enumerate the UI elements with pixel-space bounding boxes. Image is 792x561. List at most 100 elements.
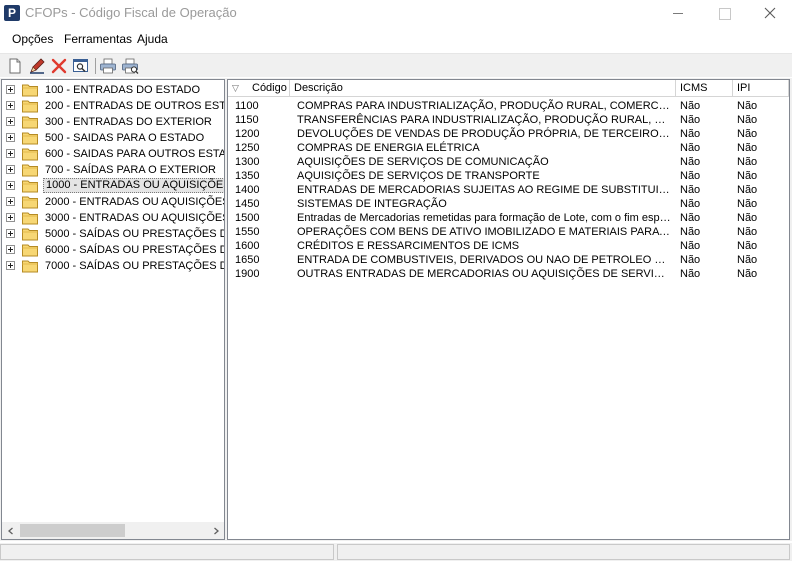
expand-plus-icon[interactable] — [6, 85, 15, 94]
folder-icon — [22, 132, 38, 145]
cell-ipi: Não — [737, 240, 758, 252]
tree-item[interactable]: 200 - ENTRADAS DE OUTROS ESTADOS — [2, 98, 224, 114]
status-bar — [0, 543, 792, 561]
tree-item[interactable]: 600 - SAIDAS PARA OUTROS ESTADOS — [2, 146, 224, 162]
tree-item-label: 600 - SAIDAS PARA OUTROS ESTADOS — [45, 148, 224, 160]
tree-item[interactable]: 300 - ENTRADAS DO EXTERIOR — [2, 114, 224, 130]
menu-ajuda[interactable]: Ajuda — [137, 32, 168, 46]
tree-item[interactable]: 3000 - ENTRADAS OU AQUISIÇÕES DE BENS OU… — [2, 210, 224, 226]
cell-icms: Não — [680, 170, 701, 182]
table-row[interactable]: 1300 AQUISIÇÕES DE SERVIÇOS DE COMUNICAÇÃ… — [228, 155, 789, 169]
cfop-tree[interactable]: 100 - ENTRADAS DO ESTADO 200 - ENTRADAS D… — [1, 79, 225, 540]
expand-plus-icon[interactable] — [6, 213, 15, 222]
title-bar: CFOPs - Código Fiscal de Operação — [0, 0, 792, 27]
menu-opcoes[interactable]: Opções — [12, 32, 53, 46]
folder-icon-wrapper — [22, 179, 39, 193]
table-row[interactable]: 1550 OPERAÇÕES COM BENS DE ATIVO IMOBILIZ… — [228, 225, 789, 239]
tree-item[interactable]: 5000 - SAÍDAS OU PRESTAÇÕES DE SERVIÇOS … — [2, 226, 224, 242]
expand-plus-icon[interactable] — [6, 181, 15, 190]
column-header-codigo[interactable]: ▽ Código — [228, 80, 290, 97]
maximize-button[interactable] — [701, 0, 747, 27]
cell-descricao: AQUISIÇÕES DE SERVIÇOS DE COMUNICAÇÃO — [297, 156, 549, 168]
cell-ipi: Não — [737, 128, 758, 140]
tree-item-label: 2000 - ENTRADAS OU AQUISIÇÕES DE BENS OU… — [45, 196, 224, 208]
scroll-left-icon — [7, 527, 13, 535]
table-row[interactable]: 1350 AQUISIÇÕES DE SERVIÇOS DE TRANSPORTE… — [228, 169, 789, 183]
cell-ipi: Não — [737, 198, 758, 210]
close-icon — [764, 7, 776, 19]
print-preview-button[interactable] — [121, 57, 139, 75]
cell-codigo: 1550 — [235, 226, 260, 238]
cell-icms: Não — [680, 156, 701, 168]
cell-icms: Não — [680, 240, 701, 252]
cell-codigo: 1150 — [235, 114, 259, 126]
tree-item[interactable]: 6000 - SAÍDAS OU PRESTAÇÕES DE SERVIÇOS … — [2, 242, 224, 258]
menu-ferramentas[interactable]: Ferramentas — [64, 32, 132, 46]
expand-plus-icon[interactable] — [6, 101, 15, 110]
scroll-thumb[interactable] — [20, 524, 125, 537]
tree-item[interactable]: 100 - ENTRADAS DO ESTADO — [2, 82, 224, 98]
table-row[interactable]: 1100 COMPRAS PARA INDUSTRIALIZAÇÃO, PRODU… — [228, 99, 789, 113]
cell-descricao: Entradas de Mercadorias remetidas para f… — [297, 212, 671, 224]
folder-icon-wrapper — [22, 163, 39, 177]
folder-icon — [22, 180, 38, 193]
expand-plus-icon[interactable] — [6, 133, 15, 142]
cell-codigo: 1250 — [235, 142, 260, 154]
delete-button[interactable] — [50, 57, 68, 75]
expand-plus-icon[interactable] — [6, 197, 15, 206]
table-row[interactable]: 1450 SISTEMAS DE INTEGRAÇÃO Não Não — [228, 197, 789, 211]
table-row[interactable]: 1900 OUTRAS ENTRADAS DE MERCADORIAS OU AQ… — [228, 267, 789, 281]
expand-plus-icon[interactable] — [6, 149, 15, 158]
table-row[interactable]: 1400 ENTRADAS DE MERCADORIAS SUJEITAS AO … — [228, 183, 789, 197]
scroll-right-button[interactable] — [207, 522, 224, 539]
table-row[interactable]: 1650 ENTRADA DE COMBUSTIVEIS, DERIVADOS O… — [228, 253, 789, 267]
folder-icon — [22, 260, 38, 273]
expand-plus-icon[interactable] — [6, 261, 15, 270]
cell-descricao: DEVOLUÇÕES DE VENDAS DE PRODUÇÃO PRÓPRIA… — [297, 128, 671, 140]
expand-plus-icon[interactable] — [6, 117, 15, 126]
cell-ipi: Não — [737, 114, 758, 126]
grid-header: ▽ Código Descrição ICMS IPI — [228, 80, 789, 97]
cell-descricao: COMPRAS DE ENERGIA ELÉTRICA — [297, 142, 480, 154]
table-row[interactable]: 1600 CRÉDITOS E RESSARCIMENTOS DE ICMS Não… — [228, 239, 789, 253]
status-pane-right — [337, 544, 790, 560]
table-row[interactable]: 1200 DEVOLUÇÕES DE VENDAS DE PRODUÇÃO PRÓ… — [228, 127, 789, 141]
cell-icms: Não — [680, 198, 701, 210]
new-button[interactable] — [6, 57, 24, 75]
table-row[interactable]: 1150 TRANSFERÊNCIAS PARA INDUSTRIALIZAÇÃO… — [228, 113, 789, 127]
column-header-descricao[interactable]: Descrição — [290, 80, 676, 97]
tree-horizontal-scrollbar[interactable] — [2, 522, 224, 539]
column-header-ipi[interactable]: IPI — [733, 80, 789, 97]
folder-icon-wrapper — [22, 115, 39, 129]
expand-plus-icon[interactable] — [6, 165, 15, 174]
tree-item[interactable]: 7000 - SAÍDAS OU PRESTAÇÕES DE SERVIÇOS … — [2, 258, 224, 274]
tree-item[interactable]: 2000 - ENTRADAS OU AQUISIÇÕES DE BENS OU… — [2, 194, 224, 210]
table-row[interactable]: 1250 COMPRAS DE ENERGIA ELÉTRICA Não Não — [228, 141, 789, 155]
scroll-left-button[interactable] — [2, 522, 19, 539]
tree-item[interactable]: 1000 - ENTRADAS OU AQUISIÇÕES DE BENS OU… — [2, 178, 224, 194]
folder-icon — [22, 148, 38, 161]
tree-item[interactable]: 500 - SAIDAS PARA O ESTADO — [2, 130, 224, 146]
minimize-button[interactable] — [655, 0, 701, 27]
cell-descricao: OPERAÇÕES COM BENS DE ATIVO IMOBILIZADO … — [297, 226, 671, 238]
column-header-icms[interactable]: ICMS — [676, 80, 733, 97]
cell-ipi: Não — [737, 268, 758, 280]
search-button[interactable] — [72, 57, 90, 75]
status-pane-left — [0, 544, 334, 560]
window-title: CFOPs - Código Fiscal de Operação — [25, 5, 237, 20]
table-row[interactable]: 1500 Entradas de Mercadorias remetidas pa… — [228, 211, 789, 225]
print-button[interactable] — [99, 57, 117, 75]
expand-plus-icon[interactable] — [6, 229, 15, 238]
edit-button[interactable] — [28, 57, 46, 75]
cell-descricao: CRÉDITOS E RESSARCIMENTOS DE ICMS — [297, 240, 520, 252]
toolbar-separator — [95, 58, 96, 74]
tree-item[interactable]: 700 - SAÍDAS PARA O EXTERIOR — [2, 162, 224, 178]
folder-icon — [22, 116, 38, 129]
close-button[interactable] — [747, 0, 792, 27]
cell-ipi: Não — [737, 184, 758, 196]
tree-item-label: 7000 - SAÍDAS OU PRESTAÇÕES DE SERVIÇOS … — [45, 260, 224, 272]
cell-icms: Não — [680, 142, 701, 154]
expand-plus-icon[interactable] — [6, 245, 15, 254]
cell-ipi: Não — [737, 170, 758, 182]
cell-icms: Não — [680, 128, 701, 140]
